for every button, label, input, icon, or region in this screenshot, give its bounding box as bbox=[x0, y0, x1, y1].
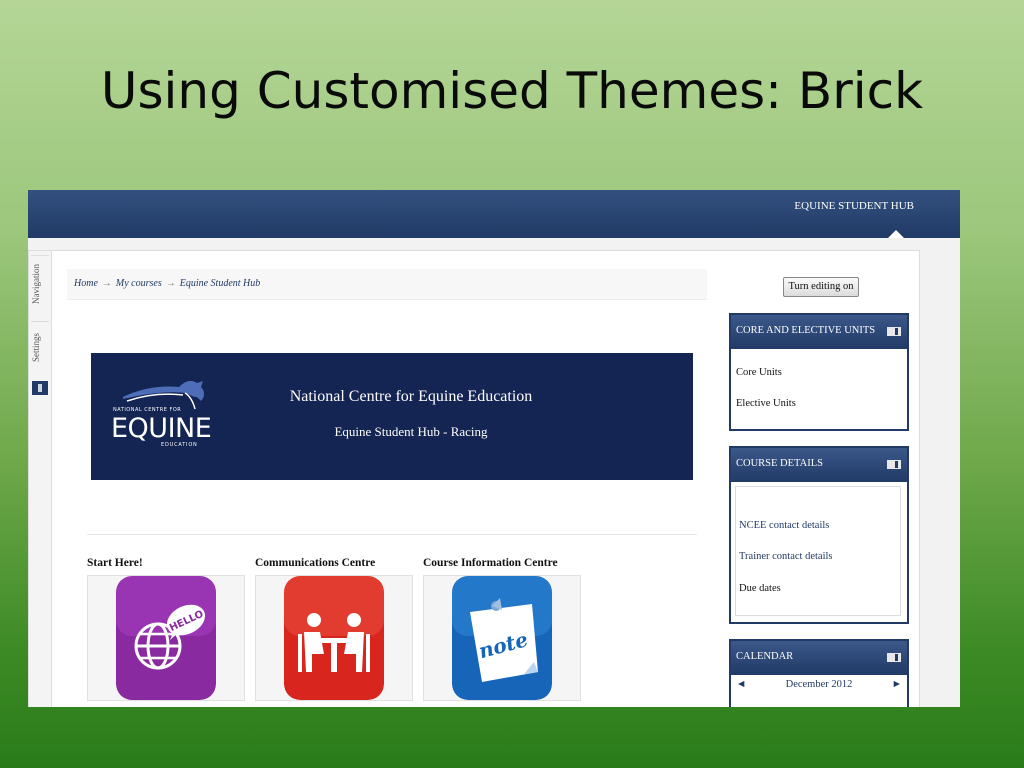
block-hide-icon[interactable] bbox=[887, 327, 901, 336]
course-details-block: COURSE DETAILS NCEE contact details Trai… bbox=[729, 446, 909, 624]
tile-label-course-information-centre[interactable]: Course Information Centre bbox=[423, 557, 558, 569]
hello-globe-icon: HELLO bbox=[116, 576, 216, 700]
note-icon: note bbox=[452, 576, 552, 700]
block-link-ncee-contact[interactable]: NCEE contact details bbox=[739, 520, 829, 531]
block-hide-icon[interactable] bbox=[887, 653, 901, 662]
block-title: CORE AND ELECTIVE UNITS bbox=[736, 325, 876, 336]
meeting-people-icon bbox=[284, 576, 384, 700]
block-link-due-dates[interactable]: Due dates bbox=[739, 583, 781, 594]
section-divider bbox=[87, 534, 697, 535]
calendar-block: CALENDAR ◄ December 2012 ► bbox=[729, 639, 909, 707]
block-link-core-units[interactable]: Core Units bbox=[736, 367, 782, 378]
moodle-screenshot: EQUINE STUDENT HUB Navigation Settings H… bbox=[28, 190, 960, 707]
banner-title: National Centre for Equine Education bbox=[289, 388, 533, 405]
dock-toggle-icon[interactable] bbox=[32, 381, 48, 395]
breadcrumb: Home → My courses → Equine Student Hub bbox=[67, 269, 707, 300]
tile-start-here[interactable]: HELLO bbox=[87, 575, 245, 701]
block-link-elective-units[interactable]: Elective Units bbox=[736, 398, 796, 409]
block-header: CORE AND ELECTIVE UNITS bbox=[731, 315, 907, 349]
top-navbar: EQUINE STUDENT HUB bbox=[28, 190, 960, 238]
course-banner: NATIONAL CENTRE FOR EQUINE EDUCATION Nat… bbox=[91, 353, 693, 480]
logo-main-text: EQUINE bbox=[111, 413, 212, 444]
active-caret-icon bbox=[888, 230, 904, 238]
breadcrumb-home[interactable]: Home bbox=[74, 278, 98, 289]
tile-communications-centre[interactable] bbox=[255, 575, 413, 701]
equine-student-hub-link[interactable]: EQUINE STUDENT HUB bbox=[794, 200, 914, 212]
block-link-trainer-contact[interactable]: Trainer contact details bbox=[739, 551, 833, 562]
core-elective-units-block: CORE AND ELECTIVE UNITS Core Units Elect… bbox=[729, 313, 909, 431]
tile-course-information-centre[interactable]: note bbox=[423, 575, 581, 701]
banner-subtitle: Equine Student Hub - Racing bbox=[334, 424, 488, 439]
block-header: COURSE DETAILS bbox=[731, 448, 907, 482]
calendar-month-row: ◄ December 2012 ► bbox=[731, 675, 907, 697]
block-header: CALENDAR bbox=[731, 641, 907, 675]
tile-label-communications-centre[interactable]: Communications Centre bbox=[255, 557, 375, 569]
logo-sub-text: EDUCATION bbox=[161, 442, 198, 448]
side-dock: Navigation Settings bbox=[29, 251, 52, 707]
block-hide-icon[interactable] bbox=[887, 460, 901, 469]
breadcrumb-my-courses[interactable]: My courses bbox=[116, 278, 162, 289]
course-page: Navigation Settings Home → My courses → Equi… bbox=[28, 250, 920, 707]
breadcrumb-separator: → bbox=[101, 278, 112, 289]
breadcrumb-current[interactable]: Equine Student Hub bbox=[180, 278, 261, 289]
slide-title: Using Customised Themes: Brick bbox=[100, 62, 924, 120]
block-title: CALENDAR bbox=[736, 651, 794, 662]
tile-label-start-here[interactable]: Start Here! bbox=[87, 557, 143, 569]
breadcrumb-separator: → bbox=[165, 278, 176, 289]
calendar-month-label: December 2012 bbox=[785, 679, 853, 690]
dock-tab-settings[interactable]: Settings bbox=[31, 321, 49, 372]
calendar-next-icon[interactable]: ► bbox=[892, 679, 902, 690]
block-title: COURSE DETAILS bbox=[736, 458, 823, 469]
turn-editing-on-button[interactable]: Turn editing on bbox=[783, 277, 859, 297]
dock-tab-navigation[interactable]: Navigation bbox=[31, 255, 49, 312]
